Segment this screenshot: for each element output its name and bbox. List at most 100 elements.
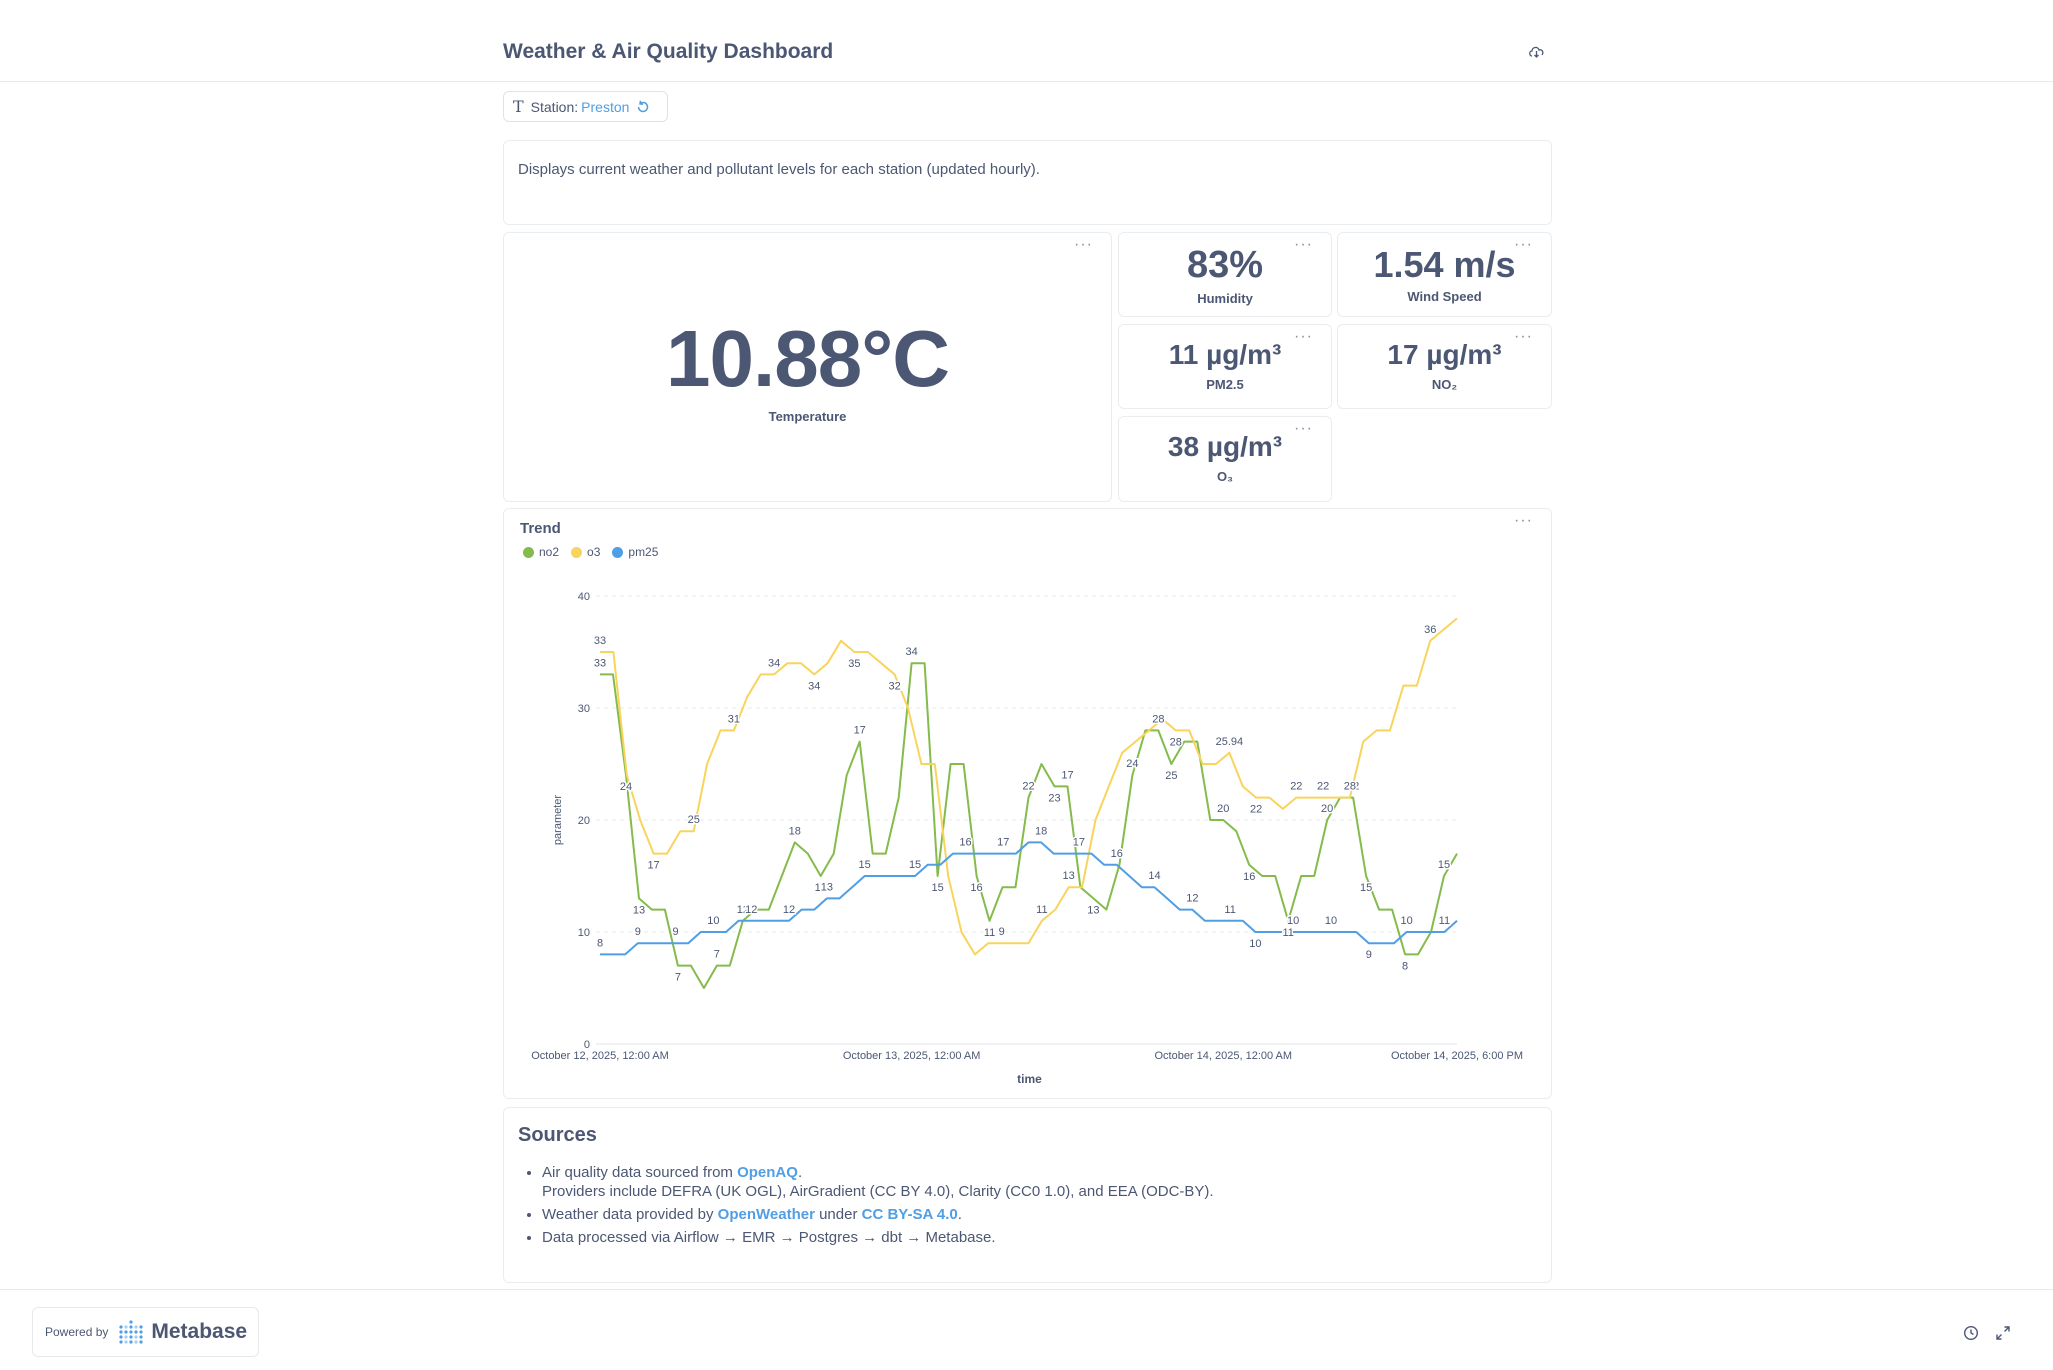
data-label-no2: 20	[1217, 803, 1229, 815]
sources-text: .	[797, 1164, 803, 1181]
clock-icon[interactable]	[1963, 1325, 1979, 1341]
data-label-no2: 16	[970, 882, 982, 894]
data-label-no2: 34	[906, 646, 918, 658]
card-menu-button[interactable]: ···	[1074, 237, 1093, 253]
embed-footer: Powered by Metabase	[0, 1289, 2053, 1370]
data-label-no2: 33	[594, 657, 606, 669]
data-label-no2: 15	[1438, 859, 1450, 871]
data-label-pm25: 18	[1035, 825, 1047, 837]
legend-swatch-no2	[523, 546, 534, 558]
data-label-o3: 28	[1344, 781, 1356, 793]
metabase-brand-text: Metabase	[151, 1320, 248, 1343]
no2-card: ··· 17 µg/m³ NO₂	[1337, 324, 1552, 409]
legend-item-o3[interactable]: o3	[571, 545, 600, 559]
list-item: Air quality data sourced from OpenAQ. Pr…	[542, 1163, 1214, 1201]
data-label-pm25: 17	[1073, 837, 1085, 849]
data-label-o3: 35	[848, 658, 860, 670]
chart-legend: no2 o3 pm25	[523, 545, 658, 559]
temperature-value: 10.88°C	[666, 314, 950, 403]
legend-label-no2: no2	[539, 545, 560, 559]
data-label-pm25: 8	[597, 937, 603, 949]
humidity-value: 83%	[1186, 244, 1264, 286]
data-label-pm25: 15	[859, 859, 871, 871]
data-label-no2: 13	[1087, 904, 1099, 916]
legend-item-pm25[interactable]: pm25	[612, 545, 658, 559]
sources-text: .	[957, 1206, 962, 1223]
humidity-card: ··· 83% Humidity	[1118, 232, 1332, 317]
data-label-no2: 28	[1152, 713, 1164, 725]
pm25-card: ··· 11 µg/m³ PM2.5	[1118, 324, 1332, 409]
data-label-no2: 8	[1402, 960, 1408, 972]
data-label-no2: 18	[789, 825, 801, 837]
data-label-o3: 9	[999, 926, 1005, 938]
sources-text: Data processed via Airflow → EMR → Postg…	[542, 1229, 996, 1246]
data-label-o3: 28	[1170, 736, 1182, 748]
data-label-no2: 11	[1282, 927, 1293, 939]
data-label-pm25: 9	[635, 926, 641, 938]
trend-line-chart: 010203040October 12, 2025, 12:00 AM Octob…	[531, 591, 1523, 1086]
y-tick-label: 30	[578, 703, 590, 715]
wind-speed-value: 1.54 m/s	[1373, 244, 1516, 285]
sources-text: under	[814, 1206, 862, 1223]
list-item: Weather data provided by OpenWeather und…	[542, 1205, 1214, 1224]
y-tick-label: 10	[578, 927, 590, 939]
data-label-no2: 15	[1360, 882, 1372, 894]
powered-by-metabase-badge[interactable]: Powered by Metabase	[32, 1307, 259, 1357]
humidity-label: Humidity	[1197, 291, 1253, 306]
data-label-o3: 25	[688, 814, 700, 826]
data-label-pm25: 10	[1400, 915, 1412, 927]
data-label-pm25: 10	[1249, 938, 1261, 950]
expand-icon[interactable]	[1995, 1325, 2011, 1341]
pm25-label: PM2.5	[1206, 377, 1244, 392]
sources-title: Sources	[518, 1124, 597, 1146]
reset-icon[interactable]	[635, 99, 651, 115]
x-tick-label: October 12, 2025, 12:00 AM	[531, 1050, 669, 1062]
data-label-o3: 32	[888, 680, 900, 692]
data-label-o3: 36	[1424, 624, 1436, 636]
data-label-no2: 17	[1061, 769, 1073, 781]
y-tick-label: 20	[578, 815, 590, 827]
data-label-o3: 31	[728, 713, 740, 725]
card-menu-button[interactable]: ···	[1514, 513, 1533, 529]
legend-item-no2[interactable]: no2	[523, 545, 559, 559]
data-label-no2: 24	[620, 781, 632, 793]
trend-card: 0 10 20 30 40 October 12, 2025, 12:00 AM Octob…	[503, 508, 1552, 1099]
data-label-no2: 17	[854, 725, 866, 737]
data-label-pm25: 12	[745, 904, 757, 916]
data-label-o3: 34	[768, 657, 780, 669]
data-label-pm25: 12	[783, 904, 795, 916]
sources-card: Sources Air quality data sourced from Op…	[503, 1107, 1552, 1283]
trend-title: Trend	[520, 520, 561, 537]
data-label-no2: 13	[633, 904, 645, 916]
data-label-o3: 22	[1290, 781, 1302, 793]
station-filter[interactable]: T Station: Preston	[503, 91, 668, 122]
o3-value: 38 µg/m³	[1167, 431, 1283, 462]
data-label-no2: 25	[1165, 770, 1177, 782]
legend-swatch-o3	[571, 546, 583, 558]
license-link[interactable]: CC BY-SA 4.0	[862, 1206, 958, 1223]
y-tick-label: 40	[578, 591, 590, 603]
temperature-card: ··· 10.88°C Temperature	[503, 232, 1112, 502]
o3-label: O₃	[1216, 469, 1234, 484]
series-line-no2	[600, 662, 1458, 989]
data-label-no2: 7	[675, 972, 681, 984]
data-label-pm25: 10	[1287, 915, 1299, 927]
data-label-no2: 15	[931, 882, 943, 894]
cloud-download-icon[interactable]	[1528, 45, 1545, 59]
wind-speed-label: Wind Speed	[1407, 289, 1482, 304]
data-label-pm25: 13	[821, 881, 833, 893]
filter-value[interactable]: Preston	[581, 99, 629, 115]
data-label-o3: 34	[808, 680, 820, 692]
data-label-o3: 22	[1250, 804, 1262, 816]
metabase-logo-icon	[119, 1320, 143, 1344]
data-label-o3: 25.94	[1216, 736, 1244, 748]
openaq-link[interactable]: OpenAQ	[737, 1164, 798, 1181]
text-type-icon: T	[513, 97, 524, 116]
o3-card: ··· 38 µg/m³ O₃	[1118, 416, 1332, 502]
no2-label: NO₂	[1431, 377, 1458, 392]
data-label-o3: 17	[647, 860, 659, 872]
openweather-link[interactable]: OpenWeather	[718, 1206, 815, 1223]
data-label-no2: 16	[1243, 871, 1255, 883]
data-label-no2: 7	[714, 949, 720, 961]
data-label-pm25: 16	[959, 837, 971, 849]
